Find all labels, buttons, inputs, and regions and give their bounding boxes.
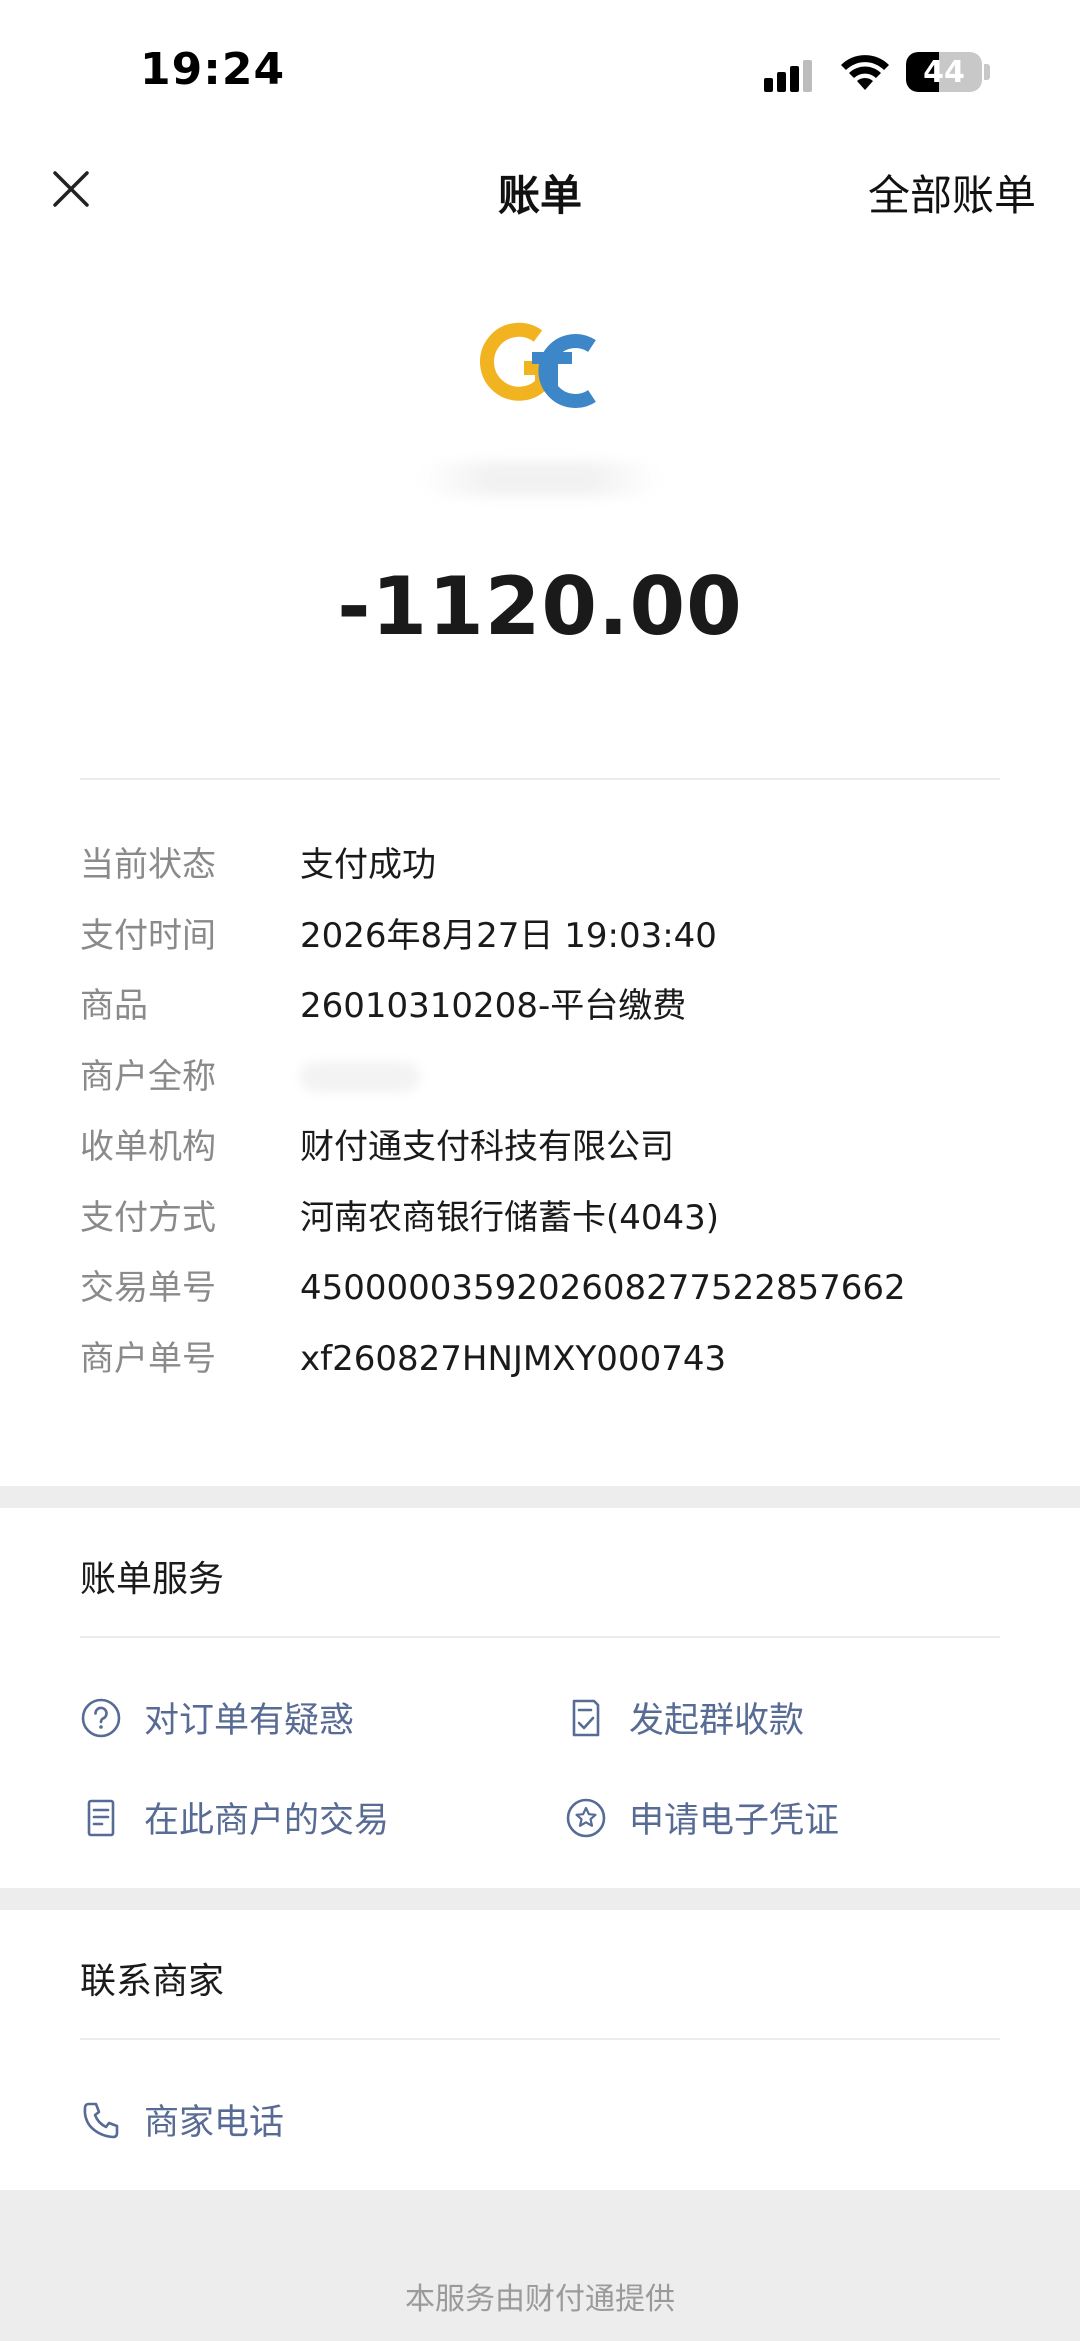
order-question-button[interactable]: 对订单有疑惑	[80, 1692, 354, 1743]
document-icon	[80, 1797, 122, 1839]
wifi-icon	[841, 55, 889, 90]
detail-value: 财付通支付科技有限公司	[300, 1127, 674, 1167]
detail-label: 交易单号	[80, 1268, 216, 1308]
bill-services-title: 账单服务	[80, 1559, 225, 1600]
detail-label: 支付时间	[80, 915, 216, 956]
detail-value: 河南农商银行储蓄卡(4043)	[300, 1197, 720, 1238]
divider	[80, 778, 1000, 780]
status-time: 19:24	[140, 44, 286, 95]
merchant-name-redacted	[420, 462, 660, 496]
nav-header: 账单 全部账单	[0, 140, 1080, 240]
merchant-full-name-redacted	[300, 1061, 420, 1092]
service-label: 对订单有疑惑	[144, 1701, 355, 1741]
footer-provider-text: 本服务由财付通提供	[405, 2282, 675, 2317]
cellular-signal-icon	[764, 60, 812, 92]
contact-merchant-title: 联系商家	[80, 1961, 225, 2002]
detail-label: 当前状态	[80, 845, 216, 885]
group-collect-button[interactable]: 发起群收款	[565, 1692, 804, 1743]
battery-cap	[984, 64, 990, 80]
detail-label: 收单机构	[80, 1127, 216, 1167]
detail-row-merchant-name: 商户全称	[80, 1052, 1000, 1123]
detail-label: 商户全称	[80, 1056, 216, 1097]
detail-label: 支付方式	[80, 1197, 216, 1238]
divider	[80, 2038, 1000, 2040]
detail-label: 商品	[80, 986, 148, 1026]
divider	[80, 1636, 1000, 1638]
detail-row-product: 商品 26010310208-平台缴费	[80, 981, 1000, 1052]
footer-area	[0, 2190, 1080, 2341]
detail-row-pay-time: 支付时间 2026年8月27日 19:03:40	[80, 911, 1000, 982]
merchant-phone-button[interactable]: 商家电话	[80, 2094, 284, 2145]
bill-detail-page: 19:24 44 账单 全部账单 -1120.00 当前状态 支付成功 支付时间…	[0, 0, 1080, 2341]
battery-icon: 44	[906, 52, 982, 92]
merchant-logo	[480, 322, 596, 408]
section-separator	[0, 1486, 1080, 1508]
detail-value: 26010310208-平台缴费	[300, 986, 687, 1026]
service-label: 发起群收款	[629, 1701, 805, 1741]
detail-value[interactable]: 4500000359202608277522857662	[300, 1263, 906, 1313]
section-separator	[0, 1888, 1080, 1910]
detail-value: 2026年8月27日 19:03:40	[300, 915, 717, 956]
star-badge-icon	[565, 1797, 607, 1839]
status-bar: 19:24 44	[0, 0, 1080, 140]
service-label: 申请电子凭证	[629, 1801, 840, 1841]
detail-label: 商户单号	[80, 1338, 216, 1379]
detail-value[interactable]: xf260827HNJMXY000743	[300, 1334, 726, 1384]
detail-row-acquirer: 收单机构 财付通支付科技有限公司	[80, 1122, 1000, 1193]
merchant-transactions-button[interactable]: 在此商户的交易	[80, 1792, 389, 1843]
service-label: 在此商户的交易	[144, 1801, 390, 1841]
service-label: 商家电话	[144, 2103, 285, 2143]
battery-percent: 44	[923, 54, 965, 90]
detail-row-transaction-id: 交易单号 4500000359202608277522857662	[80, 1263, 1000, 1334]
phone-icon	[80, 2099, 122, 2141]
detail-value: 支付成功	[300, 845, 436, 885]
bill-detail-list: 当前状态 支付成功 支付时间 2026年8月27日 19:03:40 商品 26…	[80, 840, 1000, 1404]
group-collect-icon	[565, 1697, 607, 1739]
detail-row-status: 当前状态 支付成功	[80, 840, 1000, 911]
question-icon	[80, 1697, 122, 1739]
e-voucher-button[interactable]: 申请电子凭证	[565, 1792, 839, 1843]
all-bills-button[interactable]: 全部账单	[868, 162, 1036, 223]
payment-amount: -1120.00	[337, 560, 743, 653]
detail-row-merchant-order-id: 商户单号 xf260827HNJMXY000743	[80, 1334, 1000, 1405]
detail-row-pay-method: 支付方式 河南农商银行储蓄卡(4043)	[80, 1193, 1000, 1264]
